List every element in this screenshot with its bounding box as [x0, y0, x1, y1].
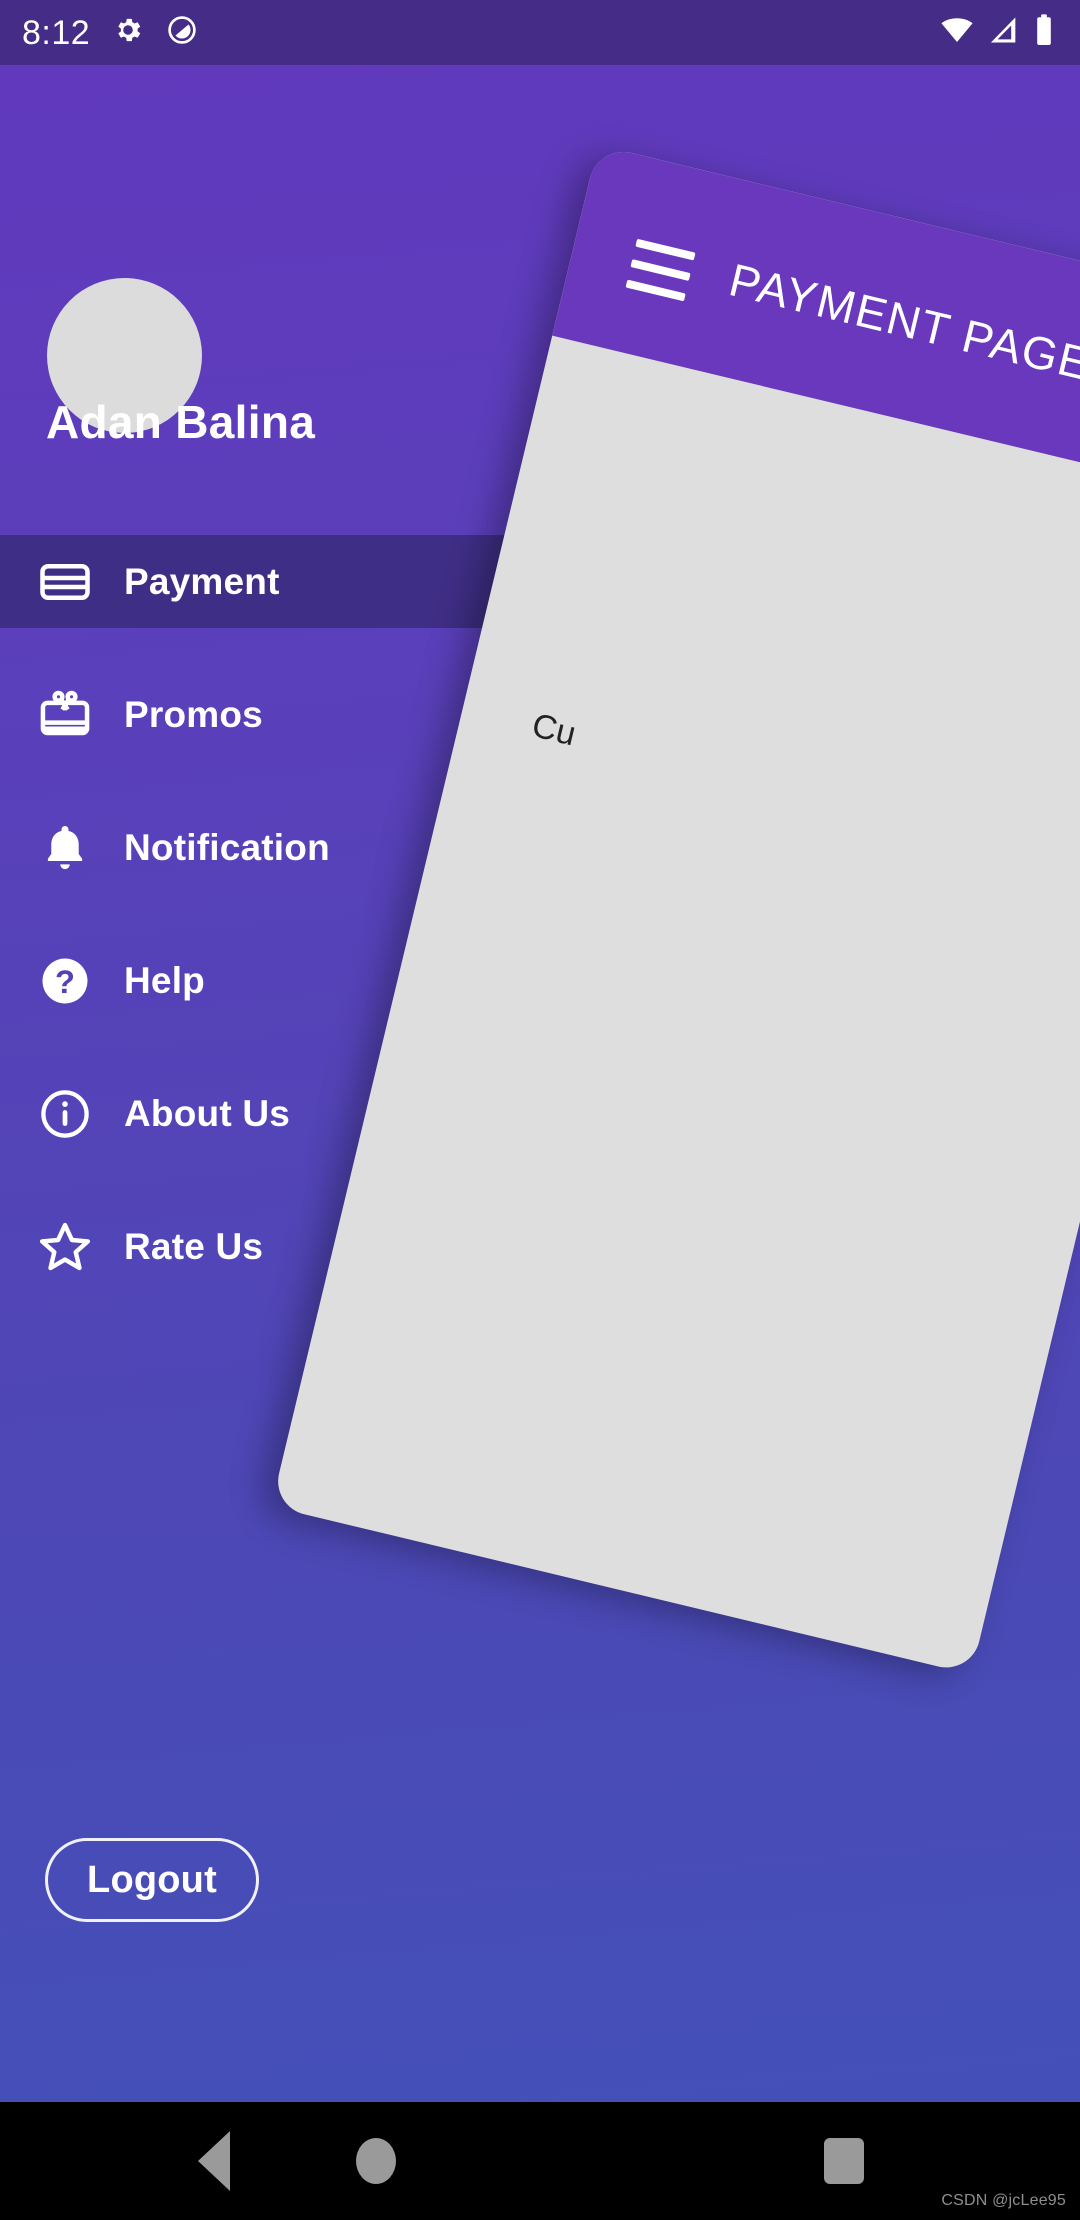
info-circle-icon [36, 1085, 94, 1143]
hamburger-menu-icon[interactable] [625, 238, 696, 302]
battery-icon [1034, 13, 1054, 52]
watermark: CSDN @jcLee95 [941, 2192, 1066, 2209]
phone-screen: Adan Balina Payment Promos Notification … [0, 0, 1080, 2220]
logout-label: Logout [87, 1858, 217, 1901]
status-bar: 8:12 [0, 0, 1080, 65]
home-circle-icon[interactable] [356, 2138, 396, 2184]
android-nav-bar: CSDN @jcLee95 [0, 2102, 1080, 2220]
star-outline-icon [36, 1218, 94, 1276]
recents-square-icon[interactable] [824, 2138, 864, 2184]
sidebar-item-label: Promos [124, 693, 263, 735]
help-circle-icon: ? [36, 952, 94, 1010]
logout-button[interactable]: Logout [45, 1838, 259, 1922]
sidebar-item-label: Notification [124, 826, 330, 868]
gift-card-icon [36, 686, 94, 744]
status-bar-clock: 8:12 [22, 13, 91, 52]
gear-icon [112, 14, 144, 51]
back-triangle-icon[interactable] [198, 2131, 230, 2191]
page-body-text: Cu [528, 706, 580, 754]
sidebar-item-label: Help [124, 959, 205, 1001]
user-name: Adan Balina [46, 396, 316, 448]
svg-text:?: ? [55, 963, 75, 1000]
sidebar-item-label: Payment [124, 560, 280, 602]
sidebar-item-label: About Us [124, 1092, 291, 1134]
status-bar-left: 8:12 [22, 14, 198, 51]
sidebar-item-label: Rate Us [124, 1225, 264, 1267]
status-bar-right [940, 13, 1054, 52]
do-not-disturb-icon [166, 14, 198, 51]
credit-card-icon [36, 553, 94, 611]
bell-icon [36, 819, 94, 877]
wifi-icon [940, 13, 974, 52]
page-title: PAYMENT PAGE [724, 253, 1080, 391]
cellular-signal-icon [988, 14, 1020, 51]
